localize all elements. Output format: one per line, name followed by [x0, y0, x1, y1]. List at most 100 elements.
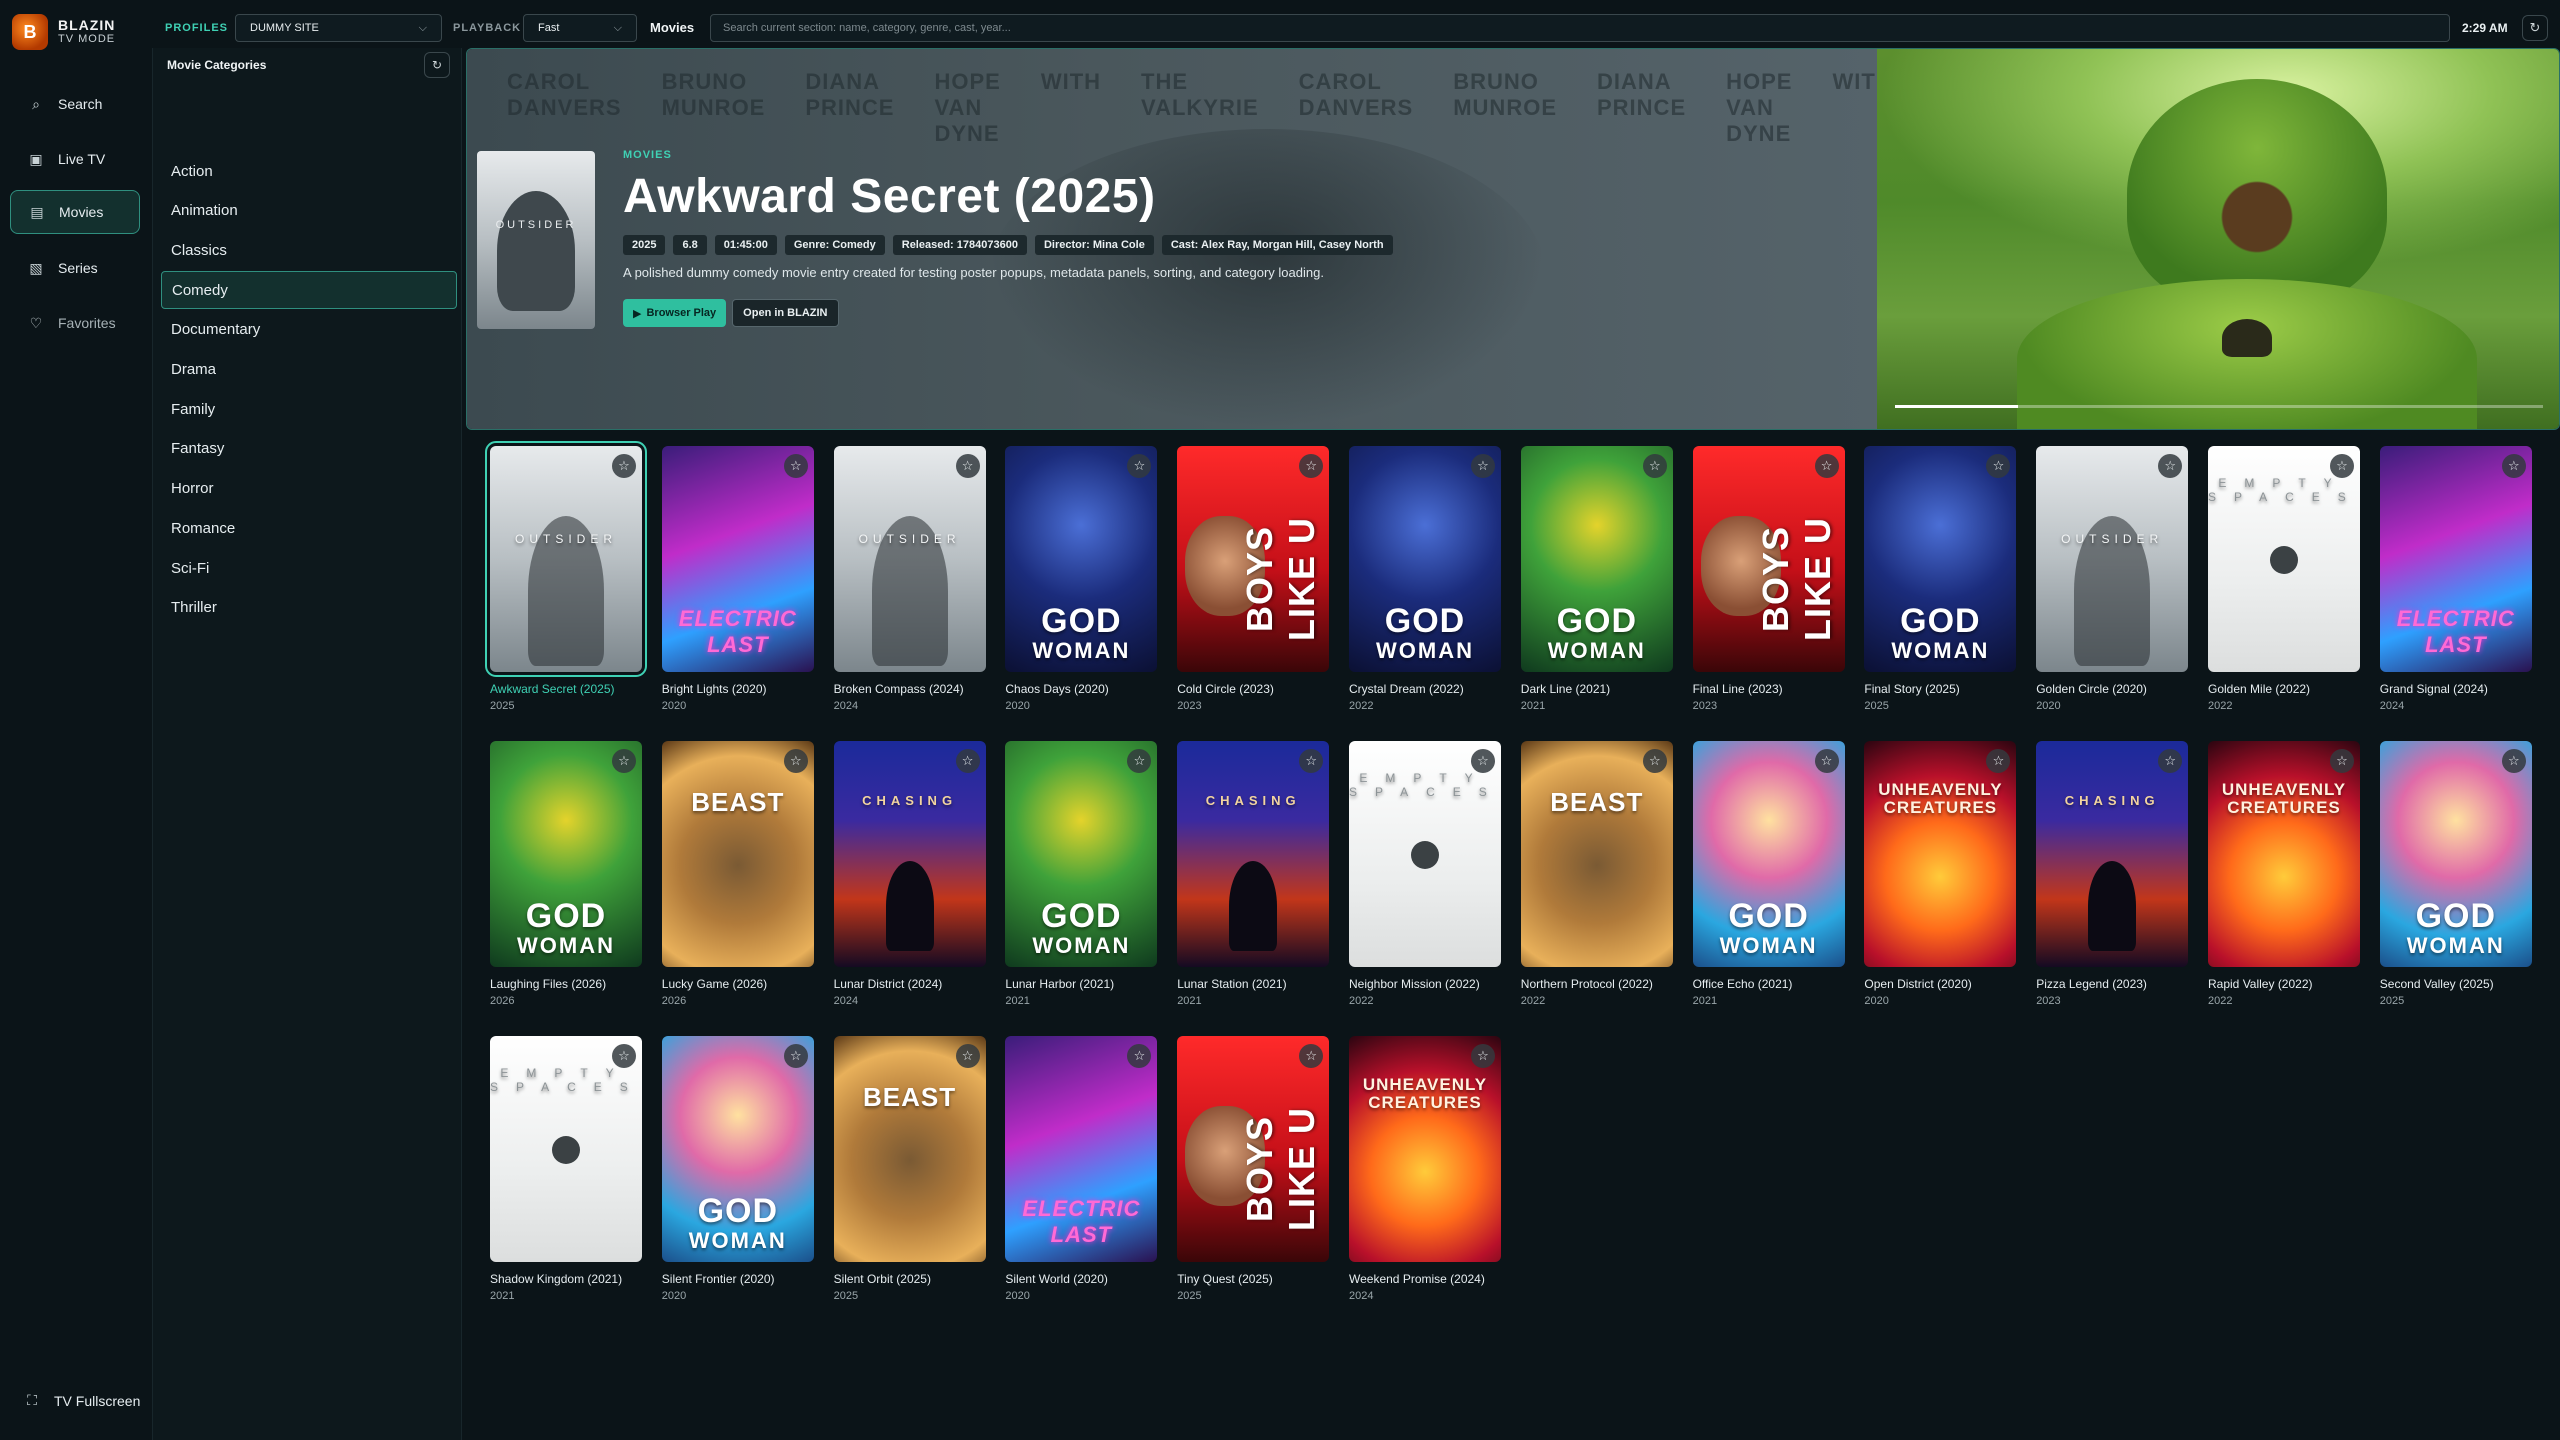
movie-card[interactable]: BOYS LIKE U ☆ Final Line (2023) 2023 [1692, 446, 1845, 712]
movie-poster[interactable]: CHASING ☆ [1177, 741, 1330, 967]
movie-card[interactable]: GOD WOMAN ☆ Chaos Days (2020) 2020 [1005, 446, 1158, 712]
category-item-animation[interactable]: Animation [161, 192, 457, 230]
movie-poster[interactable]: BOYS LIKE U ☆ [1692, 446, 1845, 672]
movie-poster[interactable]: GOD WOMAN ☆ [1005, 446, 1158, 672]
video-progress-bar[interactable] [1895, 405, 2543, 408]
movie-poster[interactable]: CHASING ☆ [833, 741, 986, 967]
movie-card[interactable]: UNHEAVENLY CREATURES ☆ Rapid Valley (2022)… [2208, 741, 2360, 1007]
favorite-star-button[interactable]: ☆ [955, 1044, 980, 1068]
movie-card[interactable]: UNHEAVENLY CREATURES ☆ Open District (2020… [1864, 741, 2017, 1007]
favorite-star-button[interactable]: ☆ [1127, 1044, 1152, 1068]
movie-poster[interactable]: ELECTRIC LAST ☆ [2379, 446, 2532, 672]
movie-card[interactable]: OUTSIDER ☆ Broken Compass (2024) 2024 [833, 446, 986, 712]
profile-select[interactable]: DUMMY SITE ⌵ [235, 14, 442, 42]
movie-card[interactable]: BOYS LIKE U ☆ Cold Circle (2023) 2023 [1177, 446, 1330, 712]
movie-poster[interactable]: OUTSIDER ☆ [2036, 446, 2189, 672]
movie-card[interactable]: GOD WOMAN ☆ Silent Frontier (2020) 2020 [661, 1036, 814, 1302]
hero-poster[interactable]: OUTSIDER [477, 151, 595, 329]
favorite-star-button[interactable]: ☆ [1986, 749, 2011, 773]
movie-card[interactable]: OUTSIDER ☆ Golden Circle (2020) 2020 [2036, 446, 2189, 712]
movie-card[interactable]: ELECTRIC LAST ☆ Grand Signal (2024) 2024 [2379, 446, 2532, 712]
movie-poster[interactable]: OUTSIDER ☆ [485, 441, 647, 677]
favorite-star-button[interactable]: ☆ [1471, 454, 1495, 478]
movie-poster[interactable]: OUTSIDER ☆ [833, 446, 986, 672]
open-in-blazin-button[interactable]: Open in BLAZIN [732, 299, 839, 327]
movie-card[interactable]: CHASING ☆ Lunar District (2024) 2024 [833, 741, 986, 1007]
movie-poster[interactable]: ELECTRIC LAST ☆ [1005, 1036, 1158, 1262]
movie-poster[interactable]: GOD WOMAN ☆ [1005, 741, 1158, 967]
favorite-star-button[interactable]: ☆ [1299, 749, 1324, 773]
brand[interactable]: B BLAZIN TV MODE [12, 14, 115, 50]
favorite-star-button[interactable]: ☆ [955, 454, 980, 478]
favorite-star-button[interactable]: ☆ [1814, 749, 1839, 773]
movie-card[interactable]: GOD WOMAN ☆ Dark Line (2021) 2021 [1520, 446, 1673, 712]
favorite-star-button[interactable]: ☆ [612, 1044, 636, 1068]
movie-card[interactable]: GOD WOMAN ☆ Laughing Files (2026) 2026 [490, 741, 642, 1007]
category-item-romance[interactable]: Romance [161, 509, 457, 547]
movie-poster[interactable]: GOD WOMAN ☆ [490, 741, 642, 967]
category-item-fantasy[interactable]: Fantasy [161, 430, 457, 468]
category-item-drama[interactable]: Drama [161, 351, 457, 389]
movie-card[interactable]: GOD WOMAN ☆ Lunar Harbor (2021) 2021 [1005, 741, 1158, 1007]
movie-poster[interactable]: ELECTRIC LAST ☆ [661, 446, 814, 672]
favorite-star-button[interactable]: ☆ [1642, 454, 1667, 478]
movie-card[interactable]: GOD WOMAN ☆ Final Story (2025) 2025 [1864, 446, 2017, 712]
nav-item-search[interactable]: ⌕ Search [10, 82, 140, 126]
favorite-star-button[interactable]: ☆ [1299, 1044, 1324, 1068]
nav-item-series[interactable]: ▧ Series [10, 246, 140, 290]
movie-card[interactable]: EMPTY SPACES ☆ Neighbor Mission (2022) 2022 [1349, 741, 1501, 1007]
favorite-star-button[interactable]: ☆ [2501, 454, 2526, 478]
movie-poster[interactable]: GOD WOMAN ☆ [1349, 446, 1501, 672]
favorite-star-button[interactable]: ☆ [1127, 454, 1152, 478]
movie-card[interactable]: OUTSIDER ☆ Awkward Secret (2025) 2025 [485, 441, 647, 712]
category-item-comedy[interactable]: Comedy [161, 271, 457, 310]
favorite-star-button[interactable]: ☆ [1471, 749, 1495, 773]
movie-poster[interactable]: BEAST ☆ [833, 1036, 986, 1262]
movie-card[interactable]: ELECTRIC LAST ☆ Bright Lights (2020) 2020 [661, 446, 814, 712]
favorite-star-button[interactable]: ☆ [1471, 1044, 1495, 1068]
movie-card[interactable]: BOYS LIKE U ☆ Tiny Quest (2025) 2025 [1177, 1036, 1330, 1302]
movie-poster[interactable]: BEAST ☆ [661, 741, 814, 967]
browser-play-button[interactable]: ▶ Browser Play [623, 299, 727, 327]
movie-card[interactable]: CHASING ☆ Pizza Legend (2023) 2023 [2036, 741, 2189, 1007]
favorite-star-button[interactable]: ☆ [1299, 454, 1324, 478]
movie-card[interactable]: UNHEAVENLY CREATURES ☆ Weekend Promise (20… [1349, 1036, 1501, 1302]
movie-poster[interactable]: BEAST ☆ [1520, 741, 1673, 967]
movie-poster[interactable]: GOD WOMAN ☆ [661, 1036, 814, 1262]
nav-item-live-tv[interactable]: ▣ Live TV [10, 137, 140, 181]
favorite-star-button[interactable]: ☆ [612, 454, 636, 478]
favorite-star-button[interactable]: ☆ [2501, 749, 2526, 773]
movie-poster[interactable]: EMPTY SPACES ☆ [1349, 741, 1501, 967]
favorite-star-button[interactable]: ☆ [955, 749, 980, 773]
favorite-star-button[interactable]: ☆ [783, 454, 808, 478]
search-input[interactable] [710, 14, 2450, 42]
movie-poster[interactable]: UNHEAVENLY CREATURES ☆ [1864, 741, 2017, 967]
movie-card[interactable]: CHASING ☆ Lunar Station (2021) 2021 [1177, 741, 1330, 1007]
movie-poster[interactable]: GOD WOMAN ☆ [2379, 741, 2532, 967]
favorite-star-button[interactable]: ☆ [1642, 749, 1667, 773]
movie-poster[interactable]: CHASING ☆ [2036, 741, 2189, 967]
favorite-star-button[interactable]: ☆ [2330, 749, 2354, 773]
movie-poster[interactable]: BOYS LIKE U ☆ [1177, 446, 1330, 672]
movie-card[interactable]: BEAST ☆ Silent Orbit (2025) 2025 [833, 1036, 986, 1302]
movie-card[interactable]: ELECTRIC LAST ☆ Silent World (2020) 2020 [1005, 1036, 1158, 1302]
playback-select[interactable]: Fast ⌵ [523, 14, 637, 42]
category-item-sci-fi[interactable]: Sci-Fi [161, 549, 457, 587]
category-refresh-button[interactable]: ↻ [424, 52, 450, 78]
movie-poster[interactable]: GOD WOMAN ☆ [1864, 446, 2017, 672]
favorite-star-button[interactable]: ☆ [1986, 454, 2011, 478]
movie-poster[interactable]: EMPTY SPACES ☆ [490, 1036, 642, 1262]
movie-poster[interactable]: UNHEAVENLY CREATURES ☆ [2208, 741, 2360, 967]
favorite-star-button[interactable]: ☆ [1814, 454, 1839, 478]
favorite-star-button[interactable]: ☆ [783, 1044, 808, 1068]
movie-card[interactable]: GOD WOMAN ☆ Crystal Dream (2022) 2022 [1349, 446, 1501, 712]
movie-card[interactable]: GOD WOMAN ☆ Second Valley (2025) 2025 [2379, 741, 2532, 1007]
favorite-star-button[interactable]: ☆ [2330, 454, 2354, 478]
category-item-action[interactable]: Action [161, 152, 457, 190]
tv-fullscreen-button[interactable]: ⛶ TV Fullscreen [24, 1392, 140, 1409]
trailer-video[interactable] [1877, 49, 2559, 429]
movie-poster[interactable]: EMPTY SPACES ☆ [2208, 446, 2360, 672]
refresh-button[interactable]: ↻ [2522, 15, 2548, 41]
movie-poster[interactable]: GOD WOMAN ☆ [1692, 741, 1845, 967]
favorite-star-button[interactable]: ☆ [2158, 454, 2183, 478]
